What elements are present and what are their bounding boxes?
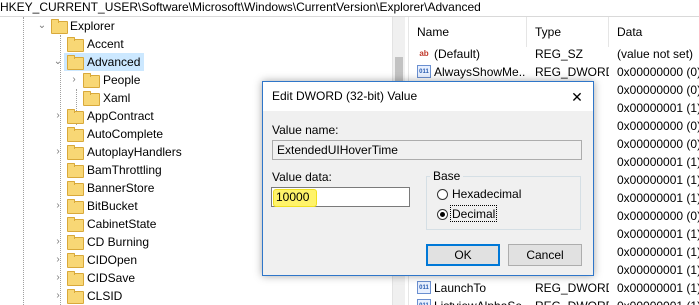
value-data: 0x00000000 (0) <box>617 119 699 133</box>
folder-icon <box>67 253 84 268</box>
value-data: 0x00000001 (1) <box>617 281 699 295</box>
value-data: 0x00000000 (0) <box>617 65 699 79</box>
folder-icon <box>83 73 100 88</box>
folder-icon <box>67 109 84 124</box>
folder-icon <box>67 163 84 178</box>
value-data: 0x00000000 (0) <box>617 83 699 97</box>
tree-item-label: CD Burning <box>87 235 150 249</box>
tree-item-label: Advanced <box>87 55 141 69</box>
value-data: (value not set) <box>617 47 694 61</box>
registry-path-bar[interactable]: HKEY_CURRENT_USER\Software\Microsoft\Win… <box>0 0 699 17</box>
value-data: 0x00000001 (1) <box>617 245 699 259</box>
folder-icon <box>83 91 100 106</box>
registry-path: HKEY_CURRENT_USER\Software\Microsoft\Win… <box>0 0 481 14</box>
list-item[interactable]: ab (Default) REG_SZ (value not set) <box>409 45 699 63</box>
list-item[interactable]: 011 AlwaysShowMe... REG_DWORD 0x00000000… <box>409 63 699 81</box>
tree-item-explorer[interactable]: ⌄ Explorer <box>0 17 392 35</box>
folder-icon <box>67 145 84 160</box>
chevron-right-icon[interactable]: › <box>53 251 63 269</box>
chevron-right-icon[interactable]: › <box>53 233 63 251</box>
tree-item-label: CIDSave <box>87 271 136 285</box>
value-type: REG_DWORD <box>535 281 609 295</box>
string-value-icon: ab <box>419 49 429 58</box>
column-header-data[interactable]: Data <box>609 17 699 47</box>
folder-icon <box>67 235 84 250</box>
tree-item-label: Xaml <box>103 91 131 105</box>
folder-icon <box>67 271 84 286</box>
close-icon[interactable]: ✕ <box>567 87 587 107</box>
value-data: 0x00000001 (1) <box>617 227 699 241</box>
value-data-label: Value data: <box>272 170 332 184</box>
column-header-type[interactable]: Type <box>527 17 609 47</box>
value-name: ListviewAlphaSe... <box>434 297 526 305</box>
base-label: Base <box>430 169 464 183</box>
decimal-radio[interactable] <box>437 209 448 220</box>
edit-dword-dialog[interactable]: Edit DWORD (32-bit) Value ✕ Value name: … <box>262 81 594 276</box>
value-data: 0x00000001 (1) <box>617 173 699 187</box>
chevron-right-icon[interactable]: › <box>53 197 63 215</box>
list-item[interactable]: 011 LaunchTo REG_DWORD 0x00000001 (1) <box>409 279 699 297</box>
chevron-right-icon[interactable]: › <box>53 269 63 287</box>
tree-item-label: AutoComplete <box>87 127 164 141</box>
chevron-right-icon[interactable]: › <box>69 71 79 89</box>
chevron-down-icon[interactable]: ⌄ <box>37 17 47 35</box>
value-data: 0x00000001 (1) <box>617 297 699 305</box>
value-name: (Default) <box>434 47 481 61</box>
value-type: REG_SZ <box>535 47 584 61</box>
tree-item-label: Accent <box>87 37 124 51</box>
tree-item-label: BannerStore <box>87 181 155 195</box>
tree-item-label: AutoplayHandlers <box>87 145 182 159</box>
value-name: AlwaysShowMe... <box>434 65 526 79</box>
folder-icon <box>67 289 84 304</box>
dialog-title: Edit DWORD (32-bit) Value <box>272 89 418 103</box>
folder-icon <box>67 37 84 52</box>
folder-icon <box>67 199 84 214</box>
value-name: LaunchTo <box>434 281 487 295</box>
binary-value-icon: 011 <box>417 281 431 294</box>
tree-item-label: CLSID <box>87 289 123 303</box>
cancel-button[interactable]: Cancel <box>508 244 582 266</box>
tree-item-label: CIDOpen <box>87 253 138 267</box>
chevron-right-icon[interactable]: › <box>53 287 63 305</box>
tree-item-label: CabinetState <box>87 217 157 231</box>
tree-item-label: People <box>103 73 141 87</box>
binary-value-icon: 011 <box>417 299 431 305</box>
value-type: REG_DWORD <box>535 65 609 79</box>
folder-icon <box>67 127 84 142</box>
folder-icon <box>67 181 84 196</box>
dialog-title-bar[interactable]: Edit DWORD (32-bit) Value <box>263 82 593 111</box>
tree-item-advanced[interactable]: ⌄ Advanced <box>54 53 144 71</box>
folder-icon <box>67 55 84 70</box>
value-data-text: 10000 <box>276 190 310 204</box>
value-data: 0x00000000 (0) <box>617 137 699 151</box>
value-data: 0x00000001 (1) <box>617 155 699 169</box>
value-name-field: ExtendedUIHoverTime <box>272 140 582 160</box>
value-name-label: Value name: <box>272 123 339 137</box>
tree-item-accent[interactable]: Accent <box>0 35 392 53</box>
value-data: 0x00000000 (0) <box>617 209 699 223</box>
chevron-down-icon[interactable]: ⌄ <box>53 53 63 71</box>
folder-icon <box>67 217 84 232</box>
folder-icon <box>51 19 68 34</box>
chevron-right-icon[interactable]: › <box>53 143 63 161</box>
value-data-input[interactable]: 10000 <box>271 187 410 207</box>
list-item[interactable]: 011 ListviewAlphaSe... REG_DWORD 0x00000… <box>409 297 699 305</box>
value-type: REG_DWORD <box>535 297 609 305</box>
chevron-right-icon[interactable]: › <box>53 107 63 125</box>
hexadecimal-radio[interactable] <box>437 189 448 200</box>
hexadecimal-label[interactable]: Hexadecimal <box>452 187 521 201</box>
tree-item-label: AppContract <box>87 109 154 123</box>
tree-item-clsid[interactable]: › CLSID <box>0 287 392 305</box>
value-data: 0x00000001 (1) <box>617 191 699 205</box>
column-header-name[interactable]: Name <box>409 17 527 47</box>
tree-item-label: BitBucket <box>87 199 138 213</box>
tree-item-label: Explorer <box>70 19 115 33</box>
value-data: 0x00000001 (1) <box>617 263 699 277</box>
ok-button[interactable]: OK <box>426 244 500 266</box>
tree-item-label: BamThrottling <box>87 163 162 177</box>
binary-value-icon: 011 <box>417 65 431 78</box>
value-data: 0x00000001 (1) <box>617 101 699 115</box>
decimal-label[interactable]: Decimal <box>452 207 495 221</box>
value-name-text: ExtendedUIHoverTime <box>277 143 398 157</box>
